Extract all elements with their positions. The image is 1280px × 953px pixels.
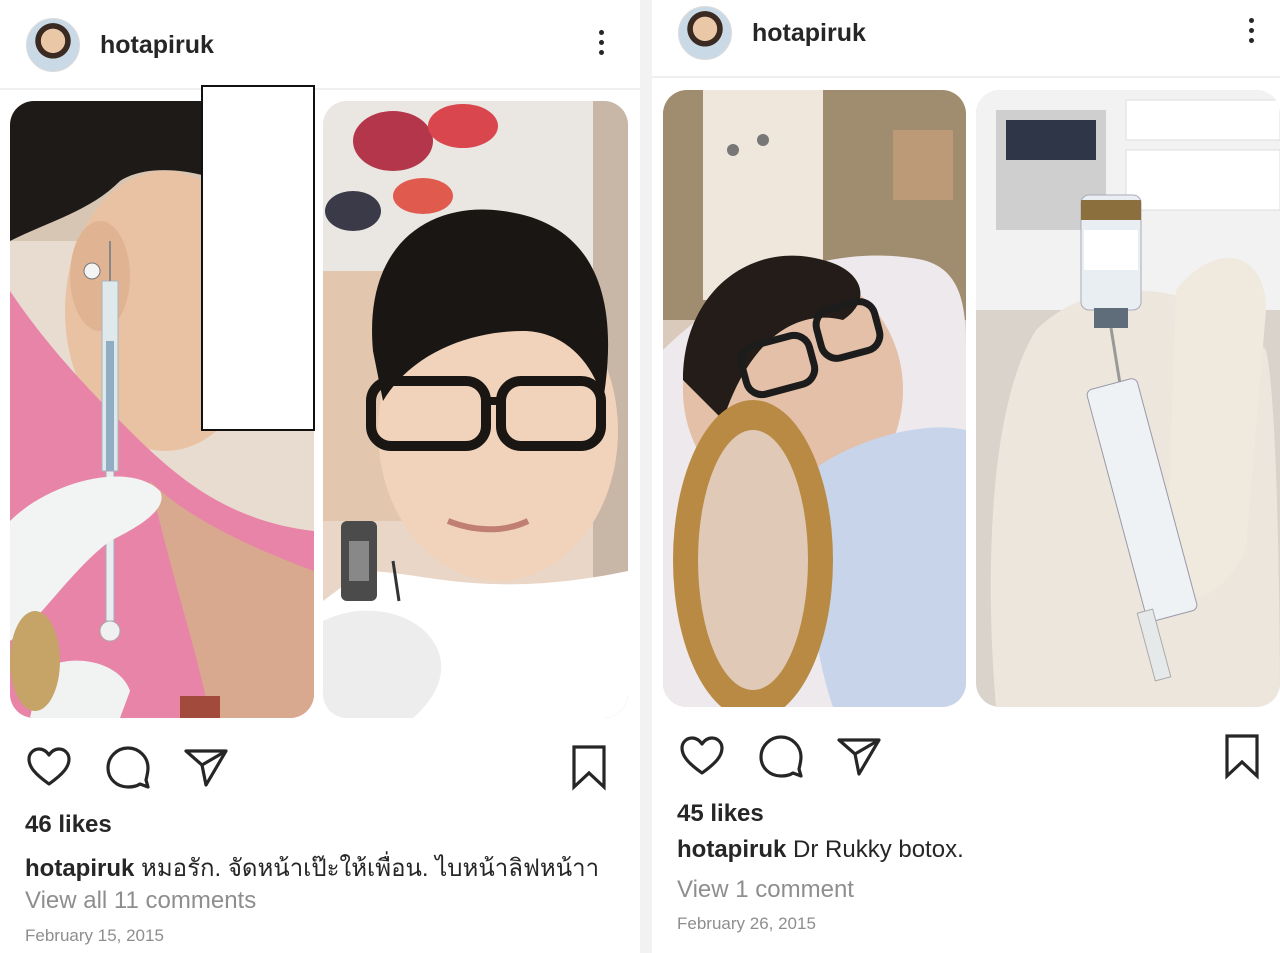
post-actions bbox=[652, 732, 1280, 784]
post-header: hotapiruk bbox=[652, 6, 1280, 60]
post-photo-lying-pillow[interactable] bbox=[663, 90, 966, 707]
instagram-post-1: hotapiruk 46 likes hotapiruk หมอรัก. จัด… bbox=[0, 0, 640, 953]
post-photo-syringe-vial[interactable] bbox=[976, 90, 1280, 707]
share-icon[interactable] bbox=[835, 732, 883, 780]
likes-count[interactable]: 46 likes bbox=[25, 811, 112, 839]
heart-icon[interactable] bbox=[25, 743, 73, 791]
share-icon[interactable] bbox=[182, 743, 230, 791]
comment-icon[interactable] bbox=[757, 732, 805, 780]
avatar[interactable] bbox=[26, 18, 80, 72]
view-comments-link[interactable]: View 1 comment bbox=[677, 876, 854, 904]
avatar[interactable] bbox=[678, 6, 732, 60]
instagram-post-2: hotapiruk 45 likes hotapiruk Dr Rukky bo… bbox=[652, 0, 1280, 953]
caption-username[interactable]: hotapiruk bbox=[25, 855, 134, 882]
post-username[interactable]: hotapiruk bbox=[752, 19, 866, 48]
post-header: hotapiruk bbox=[0, 18, 640, 72]
post-username[interactable]: hotapiruk bbox=[100, 31, 214, 60]
header-divider bbox=[652, 76, 1280, 78]
caption-username[interactable]: hotapiruk bbox=[677, 836, 786, 863]
post-date: February 15, 2015 bbox=[25, 926, 164, 945]
likes-count[interactable]: 45 likes bbox=[677, 800, 764, 828]
heart-icon[interactable] bbox=[678, 732, 726, 780]
censor-box bbox=[201, 85, 315, 431]
caption-text: Dr Rukky botox. bbox=[793, 836, 964, 863]
post-actions bbox=[0, 743, 640, 795]
comment-icon[interactable] bbox=[104, 743, 152, 791]
post-photo-selfie-glasses[interactable] bbox=[323, 101, 628, 718]
more-options-icon[interactable] bbox=[1246, 14, 1256, 50]
post-caption: hotapiruk หมอรัก. จัดหน้าเป๊ะให้เพื่อน. … bbox=[25, 848, 599, 887]
post-date: February 26, 2015 bbox=[677, 914, 816, 933]
more-options-icon[interactable] bbox=[596, 26, 606, 62]
header-divider bbox=[0, 88, 640, 90]
post-caption: hotapiruk Dr Rukky botox. bbox=[677, 836, 964, 864]
bookmark-icon[interactable] bbox=[1218, 732, 1266, 780]
caption-text: หมอรัก. จัดหน้าเป๊ะให้เพื่อน. ไบหน้าลิฟห… bbox=[141, 855, 600, 882]
view-comments-link[interactable]: View all 11 comments bbox=[25, 887, 256, 915]
bookmark-icon[interactable] bbox=[565, 743, 613, 791]
post-divider bbox=[640, 0, 652, 953]
